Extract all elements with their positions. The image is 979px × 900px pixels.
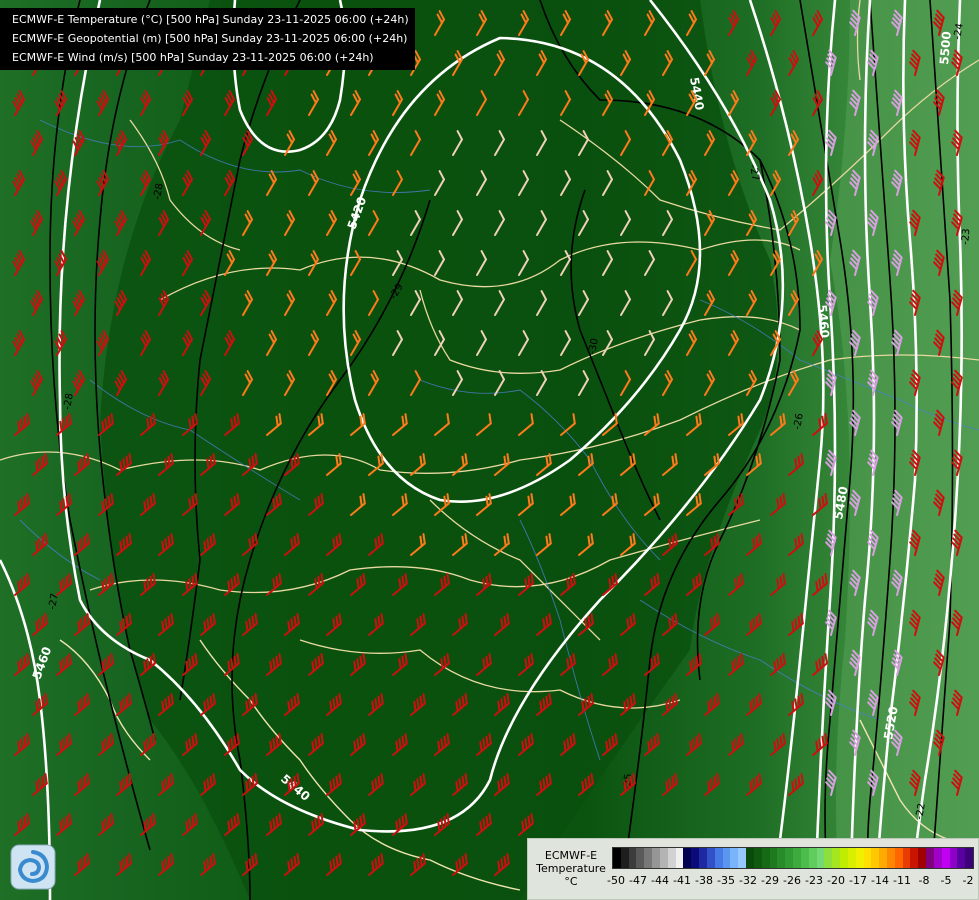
legend-swatch [816, 848, 825, 868]
legend-swatch [840, 848, 848, 868]
legend-tick-label: -47 [629, 874, 647, 887]
legend-swatch [683, 848, 692, 868]
legend-swatch [769, 848, 778, 868]
legend-swatch [871, 848, 880, 868]
legend-swatch [636, 848, 645, 868]
weather-map: 54205440546054605480552055005440 -28-28-… [0, 0, 979, 900]
legend-tick-label: -41 [673, 874, 691, 887]
legend-swatch [879, 848, 887, 868]
legend-tick-label: -17 [849, 874, 867, 887]
legend-tick-label: -38 [695, 874, 713, 887]
legend-tick-label: -2 [962, 874, 974, 887]
legend-tick-label: -44 [651, 874, 669, 887]
legend-swatch [965, 848, 974, 868]
legend-swatch [738, 848, 747, 868]
legend-title: ECMWF-E Temperature °C [532, 849, 610, 888]
legend-swatch [753, 848, 762, 868]
legend-swatch [761, 848, 770, 868]
legend-swatch [793, 848, 801, 868]
legend-swatch [918, 848, 927, 868]
legend-color-bar [612, 847, 974, 869]
legend-swatch [863, 848, 872, 868]
legend-swatch [785, 848, 794, 868]
legend-swatch [746, 848, 754, 868]
legend-swatch [941, 848, 950, 868]
legend-swatch [894, 848, 903, 868]
legend-swatch [949, 848, 958, 868]
legend-swatch [902, 848, 911, 868]
legend-tick-label: -20 [827, 874, 845, 887]
legend-tick-label: -8 [918, 874, 930, 887]
legend-swatch [730, 848, 739, 868]
legend-tick-label: -26 [783, 874, 801, 887]
legend-swatch [832, 848, 841, 868]
legend-swatch [722, 848, 731, 868]
legend-swatch [957, 848, 966, 868]
legend-swatch [808, 848, 817, 868]
title-line-temperature: ECMWF-E Temperature (°C) [500 hPa] Sunda… [12, 13, 409, 26]
legend-swatch [620, 848, 629, 868]
legend-swatch [675, 848, 684, 868]
legend-swatch [886, 848, 895, 868]
title-line-geopotential: ECMWF-E Geopotential (m) [500 hPa] Sunda… [12, 32, 408, 45]
legend-swatch [613, 848, 621, 868]
legend-swatch [691, 848, 700, 868]
title-line-wind: ECMWF-E Wind (m/s) [500 hPa] Sunday 23-1… [12, 51, 374, 64]
geopotential-contour-label: 5460 [815, 304, 832, 338]
legend-tick-label: -23 [805, 874, 823, 887]
legend-tick-label: -29 [761, 874, 779, 887]
legend-swatch [659, 848, 668, 868]
legend-tick-label: -14 [871, 874, 889, 887]
legend-swatch [644, 848, 653, 868]
legend-swatch [824, 848, 833, 868]
legend-title-unit: °C [564, 875, 578, 888]
legend-tick-label: -35 [717, 874, 735, 887]
legend-swatch [910, 848, 919, 868]
legend-swatch [628, 848, 637, 868]
legend-tick-label: -5 [940, 874, 952, 887]
temperature-contour-label: -23 [960, 228, 972, 245]
legend-tick-label: -11 [893, 874, 911, 887]
legend-title-model: ECMWF-E [544, 849, 598, 862]
legend-title-variable: Temperature [536, 862, 606, 875]
provider-logo-icon [10, 844, 56, 890]
geopotential-contour-label: 5500 [937, 31, 954, 65]
legend-swatch [847, 848, 856, 868]
legend-swatch [667, 848, 676, 868]
legend-swatch [777, 848, 786, 868]
legend-tick-label: -50 [607, 874, 625, 887]
legend-swatch [706, 848, 715, 868]
legend-swatch [933, 848, 942, 868]
legend-swatch [652, 848, 660, 868]
legend-swatch [926, 848, 934, 868]
legend-swatch [855, 848, 864, 868]
legend-swatch [699, 848, 707, 868]
map-title-box: ECMWF-E Temperature (°C) [500 hPa] Sunda… [0, 8, 415, 70]
legend-swatch [714, 848, 723, 868]
legend-swatch [800, 848, 809, 868]
legend-tick-label: -32 [739, 874, 757, 887]
temperature-legend: ECMWF-E Temperature °C -50 -47 -44 -41 -38 -3… [527, 838, 979, 900]
